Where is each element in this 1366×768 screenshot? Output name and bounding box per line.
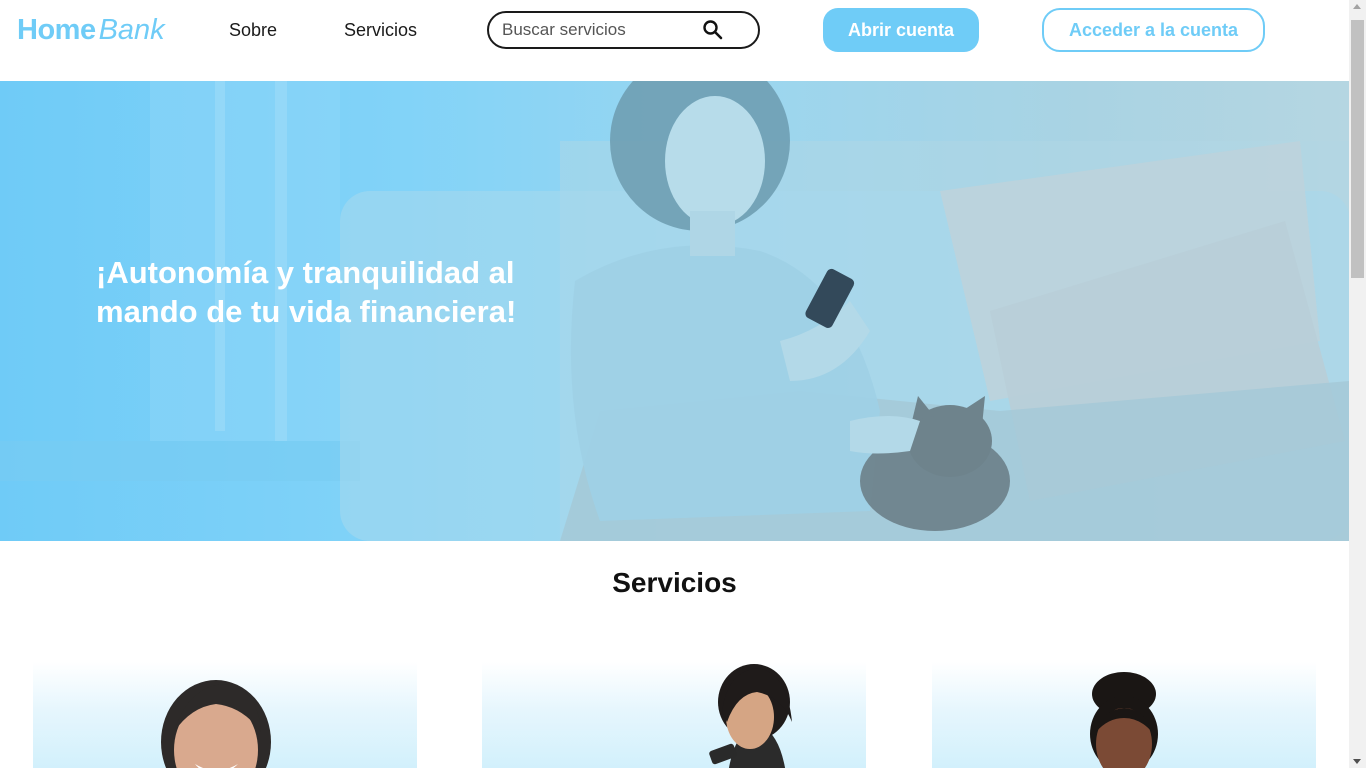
vertical-scrollbar[interactable] — [1349, 0, 1366, 768]
service-card[interactable] — [33, 662, 417, 768]
scroll-down-arrow-icon[interactable] — [1353, 759, 1361, 764]
service-card-photo — [1090, 672, 1158, 768]
service-card-photo — [709, 664, 792, 768]
nav-link-sobre[interactable]: Sobre — [229, 18, 277, 42]
homebank-logo[interactable]: Home Bank — [17, 12, 165, 48]
scroll-up-arrow-icon[interactable] — [1353, 4, 1361, 9]
hero-title: ¡Autonomía y tranquilidad al mando de tu… — [96, 255, 517, 329]
hero-banner: ¡Autonomía y tranquilidad al mando de tu… — [0, 81, 1349, 541]
scroll-thumb[interactable] — [1351, 20, 1364, 278]
services-title: Servicios — [612, 567, 737, 598]
search-icon[interactable] — [702, 19, 724, 41]
logo-bank-text: Bank — [98, 14, 165, 46]
service-card[interactable] — [932, 662, 1316, 768]
top-navigation-bar: HomeBank Sobre Servicios Abrir cuenta Ac… — [0, 0, 1349, 81]
service-card-photo — [161, 680, 271, 768]
search-input[interactable] — [502, 19, 702, 41]
open-account-button[interactable]: Abrir cuenta — [823, 8, 979, 52]
service-card[interactable] — [482, 662, 866, 768]
login-button[interactable]: Acceder a la cuenta — [1042, 8, 1265, 52]
page: HomeBank Sobre Servicios Abrir cuenta Ac… — [0, 0, 1366, 768]
nav-link-servicios[interactable]: Servicios — [344, 18, 417, 42]
search-box — [487, 11, 760, 49]
logo-home-text: Home — [17, 14, 96, 46]
